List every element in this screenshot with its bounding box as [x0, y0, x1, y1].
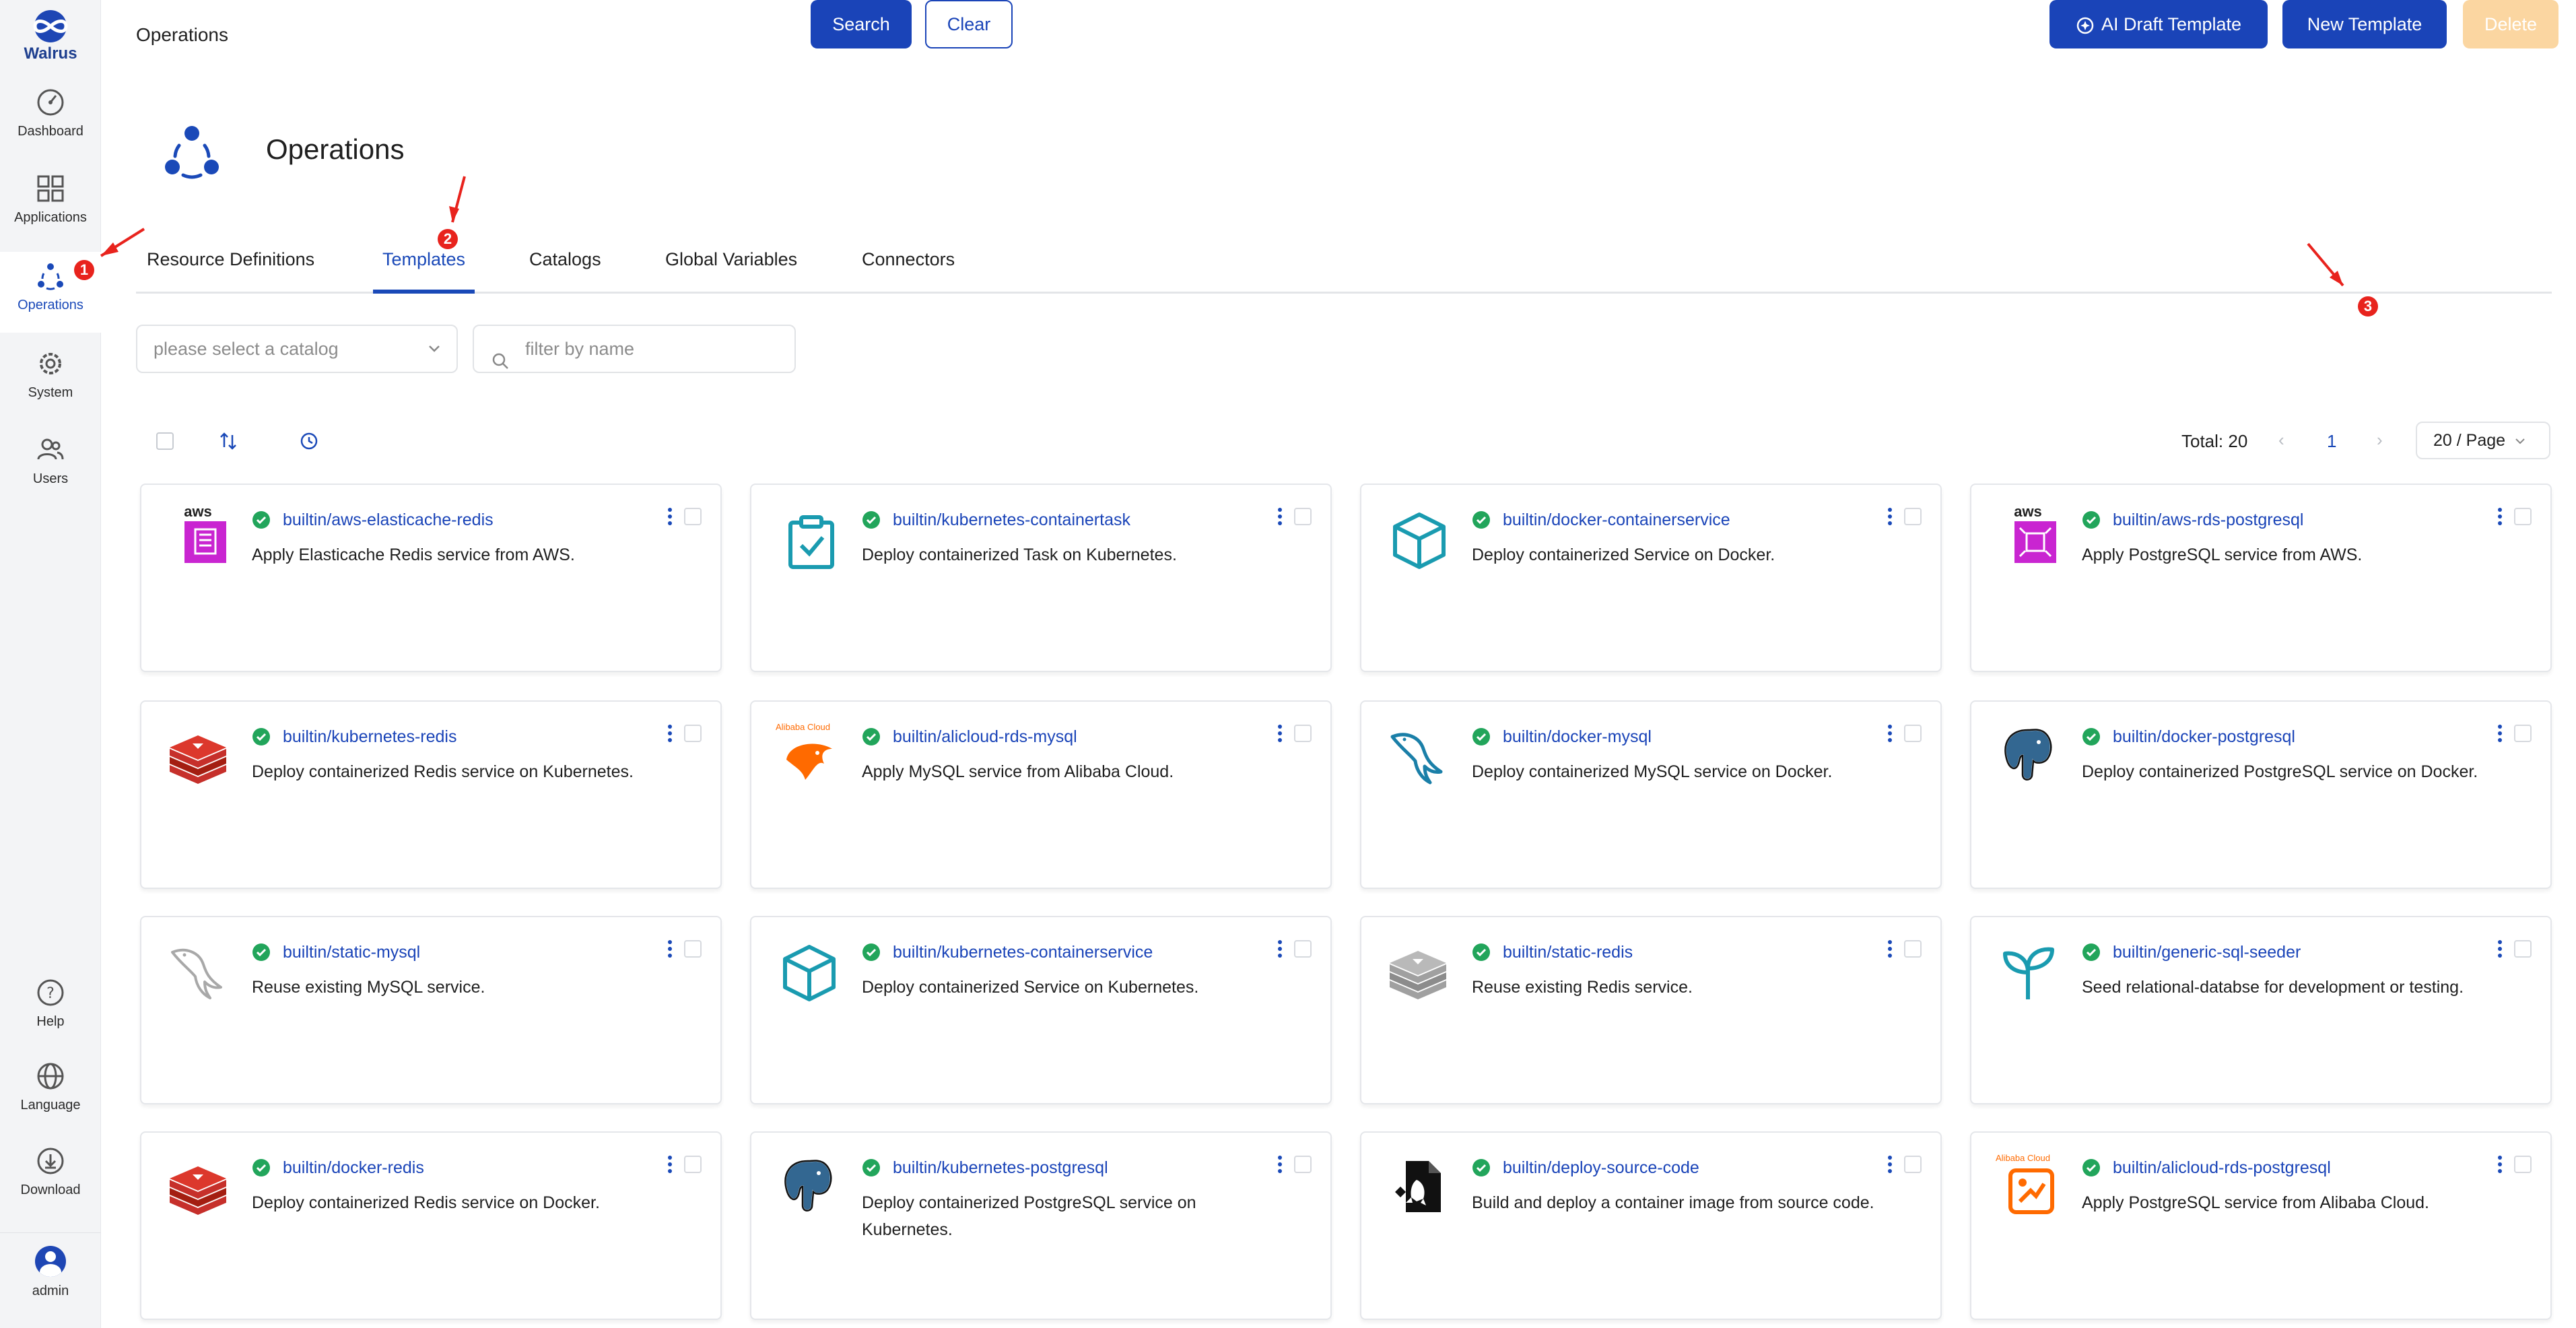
annotation-marker: 2	[438, 229, 458, 249]
annotation-marker: 3	[2358, 296, 2378, 317]
annotation-marker: 1	[74, 260, 94, 280]
annotation-arrows	[100, 176, 2344, 287]
